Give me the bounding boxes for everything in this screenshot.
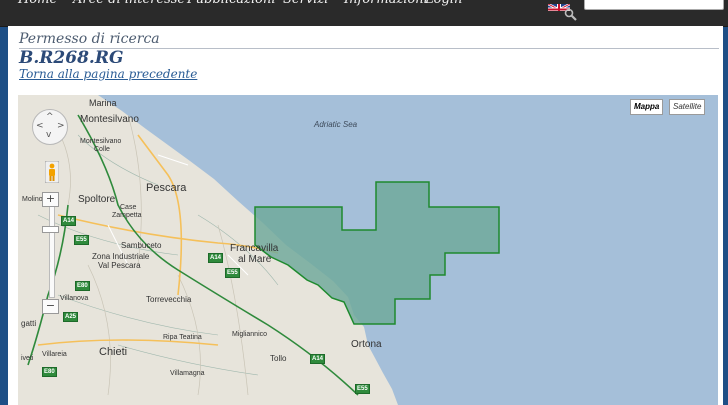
- nav-item-pubblicazioni[interactable]: Pubblicazioni: [187, 0, 275, 8]
- place-label: Ripa Teatina: [163, 334, 202, 341]
- search-icon[interactable]: [563, 8, 579, 24]
- place-label: Val Pescara: [98, 261, 141, 270]
- search-input[interactable]: [584, 0, 724, 10]
- place-label: Spoltore: [78, 194, 116, 205]
- street-view-pegman-icon[interactable]: [45, 161, 59, 183]
- place-label: Molino: [22, 196, 43, 203]
- place-label: Colle: [94, 146, 110, 153]
- road-badge: E55: [74, 235, 89, 245]
- place-label: Sambuceto: [121, 241, 162, 250]
- nav-item-aree-di-interesse[interactable]: Aree di interesse: [73, 0, 185, 8]
- nav-item-home[interactable]: Home: [18, 0, 57, 8]
- nav-item-informazioni[interactable]: Informazioni: [344, 0, 428, 8]
- road-badge: E55: [355, 384, 370, 394]
- section-title: Permesso di ricerca: [19, 31, 160, 47]
- place-label: Marina: [89, 98, 117, 108]
- place-label: Montesilvano: [80, 138, 122, 145]
- road-badge: E55: [225, 268, 240, 278]
- place-label: Chieti: [99, 346, 128, 358]
- road-badge: A14: [61, 216, 77, 226]
- place-label: Zona Industriale: [92, 252, 150, 261]
- permit-code-heading: B.R268.RG: [19, 48, 124, 68]
- sea-label: Adriatic Sea: [314, 120, 358, 129]
- place-label: Francavilla: [230, 243, 279, 254]
- place-label: Case: [120, 204, 137, 211]
- zoom-slider-track[interactable]: [49, 204, 55, 298]
- road-badge: A25: [63, 312, 79, 322]
- pan-control[interactable]: ^ < > v: [32, 109, 68, 145]
- nav-item-login[interactable]: Login: [425, 0, 462, 8]
- nav-item-servizi[interactable]: Servizi: [283, 0, 328, 8]
- place-label: Villareia: [42, 351, 67, 358]
- pan-up-icon[interactable]: ^: [46, 112, 54, 122]
- place-label: Pescara: [146, 182, 187, 194]
- place-label: Zampetta: [112, 212, 142, 219]
- back-link[interactable]: Torna alla pagina precedente: [19, 67, 197, 81]
- place-label: Tollo: [270, 354, 287, 363]
- map-type-mappa-button[interactable]: Mappa: [630, 99, 664, 115]
- place-label: Montesilvano: [80, 114, 139, 125]
- place-label: iveti: [21, 355, 34, 362]
- main-content: Permesso di ricerca B.R268.RG Torna alla…: [8, 26, 723, 405]
- place-label: Villanova: [60, 295, 89, 302]
- top-navigation-bar: Home Aree di interesse Pubblicazioni Ser…: [0, 0, 728, 27]
- pan-right-icon[interactable]: >: [57, 121, 65, 131]
- place-label: Villamagna: [170, 370, 205, 377]
- road-badge: A14: [208, 253, 224, 263]
- zoom-out-button[interactable]: −: [42, 299, 59, 314]
- place-label: gatti: [21, 319, 37, 328]
- map-type-satellite-button[interactable]: Satellite: [669, 99, 706, 115]
- road-badge: A14: [310, 354, 326, 364]
- place-label: Ortona: [351, 339, 382, 350]
- road-badge: E80: [75, 281, 90, 291]
- map-view[interactable]: Mappa Satellite Adriatic Sea Marina Mont…: [18, 95, 718, 405]
- road-badge: E80: [42, 367, 57, 377]
- pan-down-icon[interactable]: v: [46, 130, 51, 140]
- zoom-slider-thumb[interactable]: [42, 226, 59, 233]
- place-label: Torrevecchia: [146, 295, 192, 304]
- section-divider: [19, 48, 719, 49]
- map-canvas[interactable]: [18, 95, 718, 405]
- zoom-in-button[interactable]: +: [42, 192, 59, 207]
- place-label: al Mare: [238, 254, 272, 265]
- place-label: Migliannico: [232, 331, 268, 338]
- pan-left-icon[interactable]: <: [36, 121, 44, 131]
